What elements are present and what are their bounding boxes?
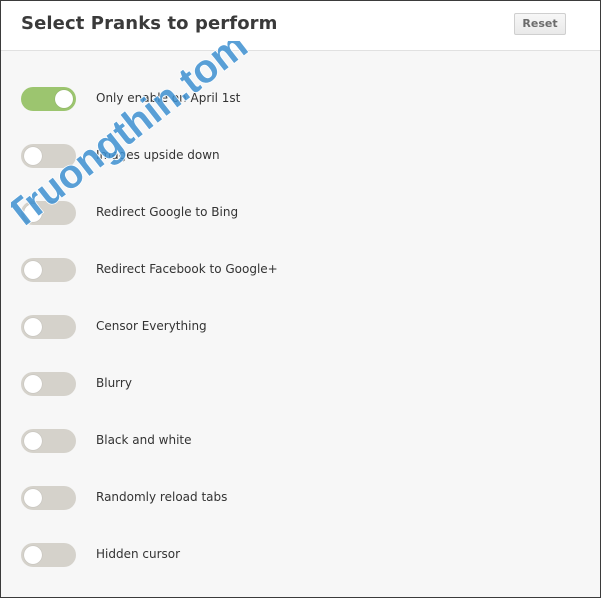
option-only-april-1st: Only enable on April 1st: [1, 79, 600, 119]
toggle-hidden-cursor[interactable]: [21, 543, 76, 567]
option-images-upside-down: Images upside down: [1, 136, 600, 176]
toggle-knob: [24, 147, 42, 165]
option-label[interactable]: Randomly reload tabs: [96, 490, 227, 504]
option-label[interactable]: Redirect Google to Bing: [96, 205, 238, 219]
toggle-blurry[interactable]: [21, 372, 76, 396]
option-label[interactable]: Blurry: [96, 376, 132, 390]
toggle-knob: [24, 489, 42, 507]
toggle-knob: [24, 261, 42, 279]
reset-button[interactable]: Reset: [514, 13, 566, 35]
toggle-knob: [24, 432, 42, 450]
toggle-knob: [24, 204, 42, 222]
toggle-randomly-reload-tabs[interactable]: [21, 486, 76, 510]
toggle-knob: [24, 375, 42, 393]
panel-header: Select Pranks to perform Reset: [1, 1, 600, 51]
toggle-knob: [55, 90, 73, 108]
option-label[interactable]: Only enable on April 1st: [96, 91, 240, 105]
option-redirect-facebook-to-google-plus: Redirect Facebook to Google+: [1, 250, 600, 290]
page-title: Select Pranks to perform: [21, 13, 278, 34]
option-hidden-cursor: Hidden cursor: [1, 535, 600, 575]
toggle-images-upside-down[interactable]: [21, 144, 76, 168]
option-redirect-google-to-bing: Redirect Google to Bing: [1, 193, 600, 233]
option-blurry: Blurry: [1, 364, 600, 404]
toggle-redirect-facebook-to-google-plus[interactable]: [21, 258, 76, 282]
option-black-and-white: Black and white: [1, 421, 600, 461]
toggle-knob: [24, 318, 42, 336]
option-label[interactable]: Censor Everything: [96, 319, 207, 333]
toggle-black-and-white[interactable]: [21, 429, 76, 453]
toggle-redirect-google-to-bing[interactable]: [21, 201, 76, 225]
toggle-knob: [24, 546, 42, 564]
option-randomly-reload-tabs: Randomly reload tabs: [1, 478, 600, 518]
option-label[interactable]: Hidden cursor: [96, 547, 180, 561]
toggle-censor-everything[interactable]: [21, 315, 76, 339]
option-label[interactable]: Images upside down: [96, 148, 220, 162]
toggle-only-april-1st[interactable]: [21, 87, 76, 111]
option-label[interactable]: Black and white: [96, 433, 192, 447]
option-censor-everything: Censor Everything: [1, 307, 600, 347]
option-label[interactable]: Redirect Facebook to Google+: [96, 262, 278, 276]
extension-options-panel: Select Pranks to perform Reset Only enab…: [0, 0, 601, 598]
